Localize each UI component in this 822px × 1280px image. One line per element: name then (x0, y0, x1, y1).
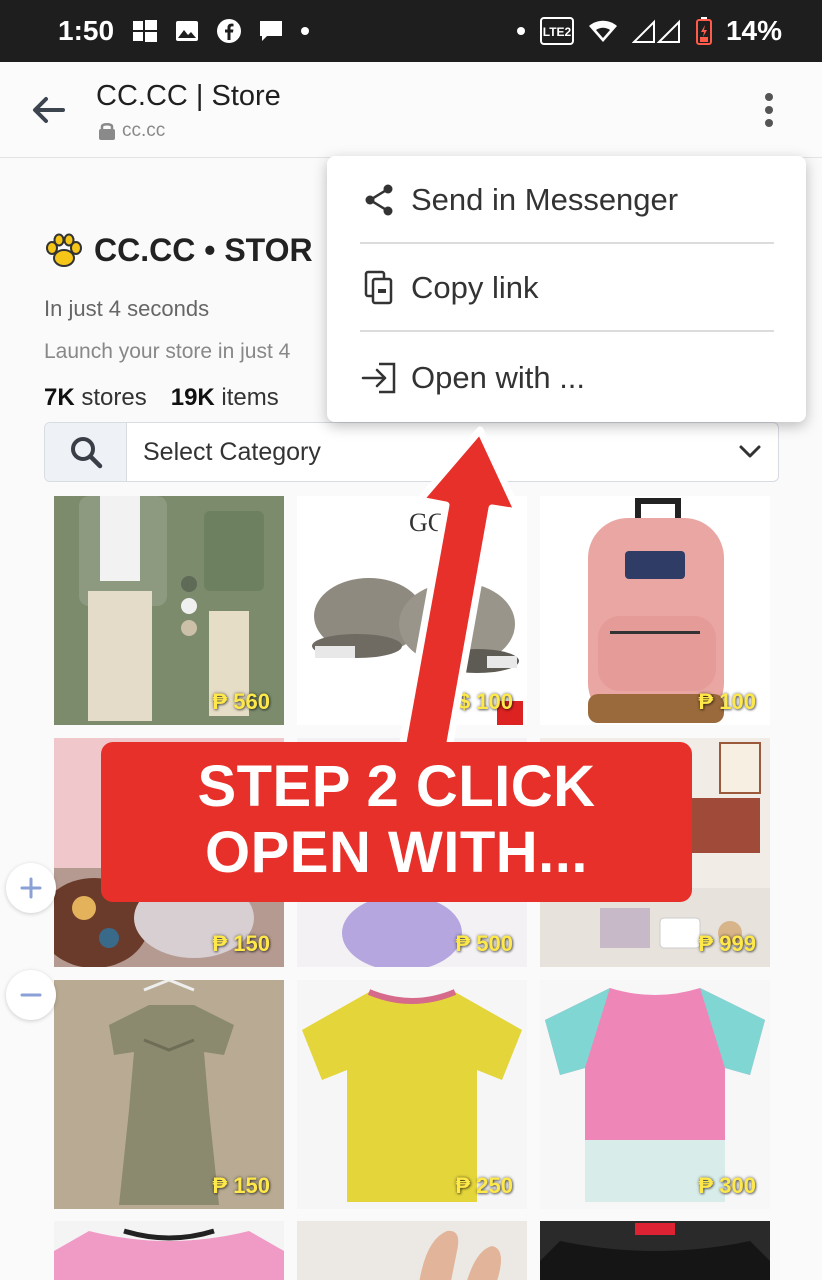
paw-icon (46, 233, 82, 267)
store-description: Launch your store in just 4 (44, 340, 291, 363)
minus-icon (20, 993, 42, 997)
menu-divider (360, 330, 774, 332)
battery-percent: 14% (725, 15, 782, 46)
lock-icon (99, 123, 115, 140)
tutorial-callout: STEP 2 CLICK OPEN WITH... (101, 742, 692, 902)
gallery-icon (174, 18, 200, 44)
product-tile[interactable]: ₱ 250 (297, 980, 527, 1209)
category-select-label: Select Category (143, 437, 321, 466)
product-tile[interactable]: ₱ 150 (54, 980, 284, 1209)
product-image (540, 1221, 770, 1280)
more-vertical-icon (765, 93, 773, 127)
zoom-out-button[interactable] (6, 970, 56, 1020)
back-button[interactable] (26, 88, 70, 132)
signal-icon (631, 18, 682, 44)
chevron-down-icon (739, 445, 761, 458)
product-price: ₱ 500 (455, 931, 514, 956)
options-menu: Send in Messenger Copy link Open with ..… (327, 156, 806, 422)
status-time: 1:50 (58, 15, 115, 46)
product-price: ₱ 999 (698, 931, 757, 956)
product-grid-row (54, 1221, 770, 1280)
product-tile[interactable]: ₱ 560 (54, 496, 284, 725)
store-title: CC.CC • STOR (44, 232, 313, 269)
search-button[interactable] (45, 423, 127, 481)
store-stats: 7K stores 19K items (44, 384, 279, 412)
screen: 1:50 LTE2 14% CC.CC | Store cc.cc CC.CC … (0, 0, 822, 1280)
system-icons: LTE2 14% (516, 15, 782, 47)
category-select[interactable]: Select Category (127, 423, 778, 481)
category-search-bar: Select Category (44, 422, 779, 482)
network-label: LTE2 (543, 25, 572, 39)
back-arrow-icon (33, 97, 65, 123)
open-with-icon (361, 360, 397, 396)
page-title: CC.CC | Store (96, 80, 281, 112)
url-row: cc.cc (98, 120, 165, 142)
stat-stores: 7K stores (44, 384, 147, 411)
product-tile[interactable]: ₱ 100 (540, 496, 770, 725)
product-tile[interactable] (297, 1221, 527, 1280)
callout-line-2: OPEN WITH... (205, 820, 588, 885)
stat-items: 19K items (170, 384, 279, 411)
callout-line-1: STEP 2 CLICK (197, 754, 596, 819)
chat-icon (258, 18, 284, 44)
product-tile[interactable]: GG $ 100 (297, 496, 527, 725)
copy-icon (361, 270, 397, 306)
product-price: ₱ 100 (698, 689, 757, 714)
menu-item-copy-link[interactable]: Copy link (327, 244, 806, 332)
dot-icon (300, 26, 310, 36)
product-tile[interactable] (54, 1221, 284, 1280)
notification-icons (132, 18, 310, 44)
product-price: ₱ 560 (212, 689, 271, 714)
lte-icon: LTE2 (539, 17, 574, 45)
share-icon (361, 182, 397, 218)
dot-icon (516, 26, 526, 36)
facebook-icon (216, 18, 242, 44)
store-subtitle: In just 4 seconds (44, 296, 210, 321)
status-bar: 1:50 LTE2 14% (0, 0, 822, 62)
plus-icon (20, 877, 42, 899)
search-icon (70, 437, 102, 469)
url-text: cc.cc (122, 120, 166, 141)
browser-header: CC.CC | Store cc.cc (0, 62, 822, 158)
menu-item-label: Open with ... (411, 360, 586, 395)
gg-logo: GG (409, 508, 447, 537)
product-price: ₱ 150 (212, 1173, 271, 1198)
product-image (297, 1221, 527, 1280)
menu-item-label: Copy link (411, 270, 539, 305)
product-image (54, 1221, 284, 1280)
product-tile[interactable]: ₱ 300 (540, 980, 770, 1209)
product-tile[interactable] (540, 1221, 770, 1280)
product-price: ₱ 150 (212, 931, 271, 956)
battery-icon (695, 17, 712, 45)
menu-item-send-in-messenger[interactable]: Send in Messenger (327, 156, 806, 244)
store-name: CC.CC • STOR (94, 232, 313, 268)
more-options-button[interactable] (752, 88, 786, 132)
menu-item-open-with[interactable]: Open with ... (327, 334, 806, 422)
product-price: ₱ 300 (698, 1173, 757, 1198)
wifi-icon (588, 18, 618, 44)
windows-icon (132, 18, 158, 44)
product-price: ₱ 250 (455, 1173, 514, 1198)
menu-item-label: Send in Messenger (411, 182, 679, 217)
zoom-in-button[interactable] (6, 863, 56, 913)
product-price: $ 100 (457, 689, 513, 714)
